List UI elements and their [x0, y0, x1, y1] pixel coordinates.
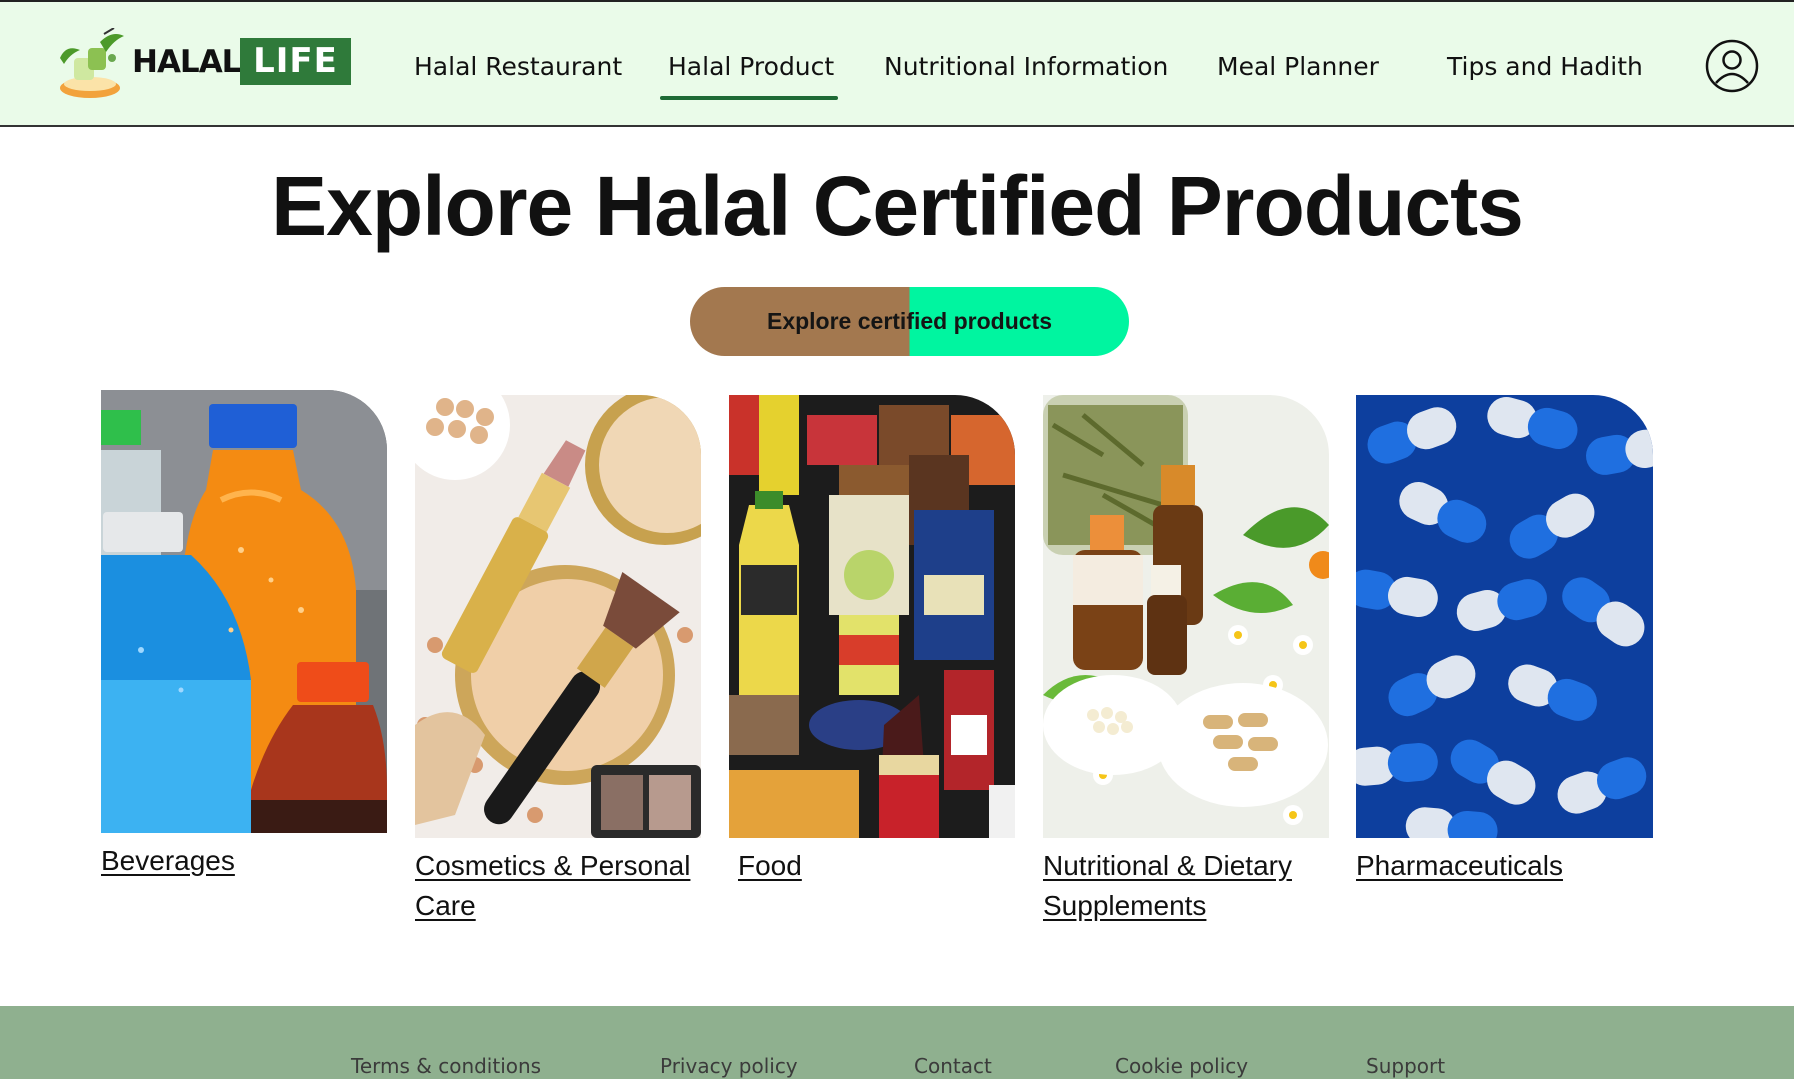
cosmetics-image: [415, 395, 701, 838]
category-label-beverages[interactable]: Beverages: [101, 841, 235, 881]
page-title: Explore Halal Certified Products: [271, 159, 1524, 253]
beverages-image: [101, 390, 387, 833]
footer-link-privacy[interactable]: Privacy policy: [660, 1054, 798, 1078]
explore-certified-products-button[interactable]: Explore certified products: [690, 287, 1129, 356]
food-image: [729, 395, 1015, 838]
footer-link-support[interactable]: Support: [1366, 1054, 1445, 1078]
pharmaceuticals-image: [1356, 395, 1653, 838]
top-nav-bar: HALAL LIFE Halal Restaurant Halal Produc…: [0, 0, 1794, 127]
nav-halal-restaurant[interactable]: Halal Restaurant: [414, 52, 622, 88]
category-card-pharmaceuticals[interactable]: Pharmaceuticals: [1356, 395, 1653, 886]
brand-logo[interactable]: HALAL LIFE: [52, 28, 352, 104]
category-card-cosmetics[interactable]: Cosmetics & Personal Care: [415, 395, 701, 926]
halal-life-logo-icon: [60, 28, 124, 98]
category-card-beverages[interactable]: Beverages: [101, 390, 387, 881]
category-label-supplements[interactable]: Nutritional & Dietary Supplements: [1043, 846, 1329, 926]
supplements-image: [1043, 395, 1329, 838]
nav-meal-planner[interactable]: Meal Planner: [1217, 52, 1379, 88]
footer-link-cookie[interactable]: Cookie policy: [1115, 1054, 1248, 1078]
logo-text-halal: HALAL: [132, 44, 241, 80]
category-label-food[interactable]: Food: [738, 846, 802, 886]
footer: Terms & conditions Privacy policy Contac…: [0, 1006, 1794, 1079]
logo-text-life: LIFE: [240, 38, 351, 85]
footer-link-terms[interactable]: Terms & conditions: [351, 1054, 541, 1078]
category-label-cosmetics[interactable]: Cosmetics & Personal Care: [415, 846, 701, 926]
footer-link-contact[interactable]: Contact: [914, 1054, 992, 1078]
user-circle-icon[interactable]: [1705, 39, 1759, 93]
category-label-pharmaceuticals[interactable]: Pharmaceuticals: [1356, 846, 1563, 886]
nav-nutritional-information[interactable]: Nutritional Information: [884, 52, 1168, 88]
nav-tips-and-hadith[interactable]: Tips and Hadith: [1447, 52, 1643, 88]
nav-halal-product[interactable]: Halal Product: [659, 52, 839, 100]
category-card-supplements[interactable]: Nutritional & Dietary Supplements: [1043, 395, 1329, 926]
category-card-food[interactable]: Food: [729, 395, 1015, 886]
